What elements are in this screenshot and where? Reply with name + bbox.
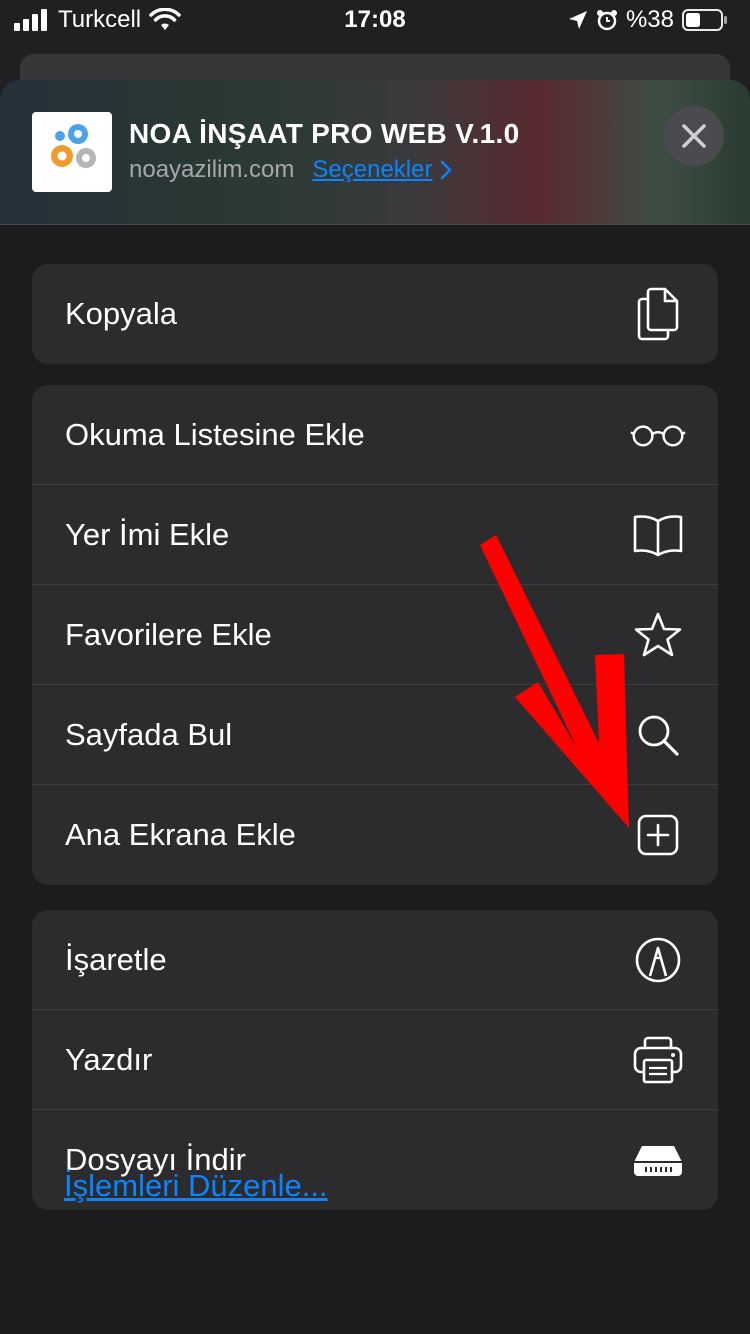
- location-icon: [568, 11, 587, 29]
- action-group-copy: Kopyala: [32, 264, 718, 364]
- action-label: Yazdır: [65, 1041, 153, 1077]
- action-add-reading-list[interactable]: Okuma Listesine Ekle: [32, 385, 718, 485]
- action-group-file: İşaretle Yazdır Dosyayı İndir: [32, 910, 718, 1210]
- add-square-icon: [630, 807, 686, 863]
- action-add-to-home-screen[interactable]: Ana Ekrana Ekle: [32, 785, 718, 885]
- copy-icon: [630, 286, 686, 342]
- action-label: Kopyala: [65, 296, 178, 331]
- action-group-page: Okuma Listesine Ekle Yer İmi Ekle Favori…: [32, 385, 718, 885]
- site-favicon: [32, 112, 112, 192]
- share-sheet-screen: Turkcell 17:08 %38 NOA İNŞAAT PRO WEB V.…: [0, 0, 750, 1334]
- action-label: İşaretle: [65, 941, 167, 977]
- action-print[interactable]: Yazdır: [32, 1010, 718, 1110]
- action-add-favorites[interactable]: Favorilere Ekle: [32, 585, 718, 685]
- action-find-on-page[interactable]: Sayfada Bul: [32, 685, 718, 785]
- markup-icon: [630, 932, 686, 988]
- edit-actions-link[interactable]: İşlemleri Düzenle...: [64, 1168, 328, 1204]
- action-add-bookmark[interactable]: Yer İmi Ekle: [32, 485, 718, 585]
- action-markup[interactable]: İşaretle: [32, 910, 718, 1010]
- status-bar: Turkcell 17:08 %38: [0, 0, 750, 44]
- action-label: Okuma Listesine Ekle: [65, 416, 365, 452]
- book-icon: [630, 507, 686, 563]
- site-title: NOA İNŞAAT PRO WEB V.1.0: [129, 118, 520, 149]
- action-label: Yer İmi Ekle: [65, 516, 230, 552]
- chevron-right-icon: [441, 160, 453, 180]
- action-label: Ana Ekrana Ekle: [65, 817, 296, 852]
- options-label: Seçenekler: [312, 156, 433, 183]
- action-label: Favorilere Ekle: [65, 616, 272, 652]
- gears-logo-icon: [51, 124, 96, 168]
- site-domain: noayazilim.com: [129, 156, 295, 183]
- share-sheet-header: NOA İNŞAAT PRO WEB V.1.0 noayazilim.com …: [0, 80, 750, 225]
- close-button[interactable]: [664, 106, 724, 166]
- star-icon: [630, 607, 686, 663]
- battery-percentage: %38: [625, 6, 674, 33]
- glasses-icon: [630, 407, 686, 463]
- download-drive-icon: [630, 1132, 686, 1188]
- printer-icon: [630, 1032, 686, 1088]
- close-icon: [682, 124, 706, 148]
- alarm-icon: [596, 10, 617, 31]
- battery-icon: [682, 9, 727, 31]
- options-link[interactable]: Seçenekler: [312, 156, 453, 184]
- action-label: Sayfada Bul: [65, 716, 233, 752]
- search-icon: [630, 707, 686, 763]
- action-copy[interactable]: Kopyala: [32, 264, 718, 364]
